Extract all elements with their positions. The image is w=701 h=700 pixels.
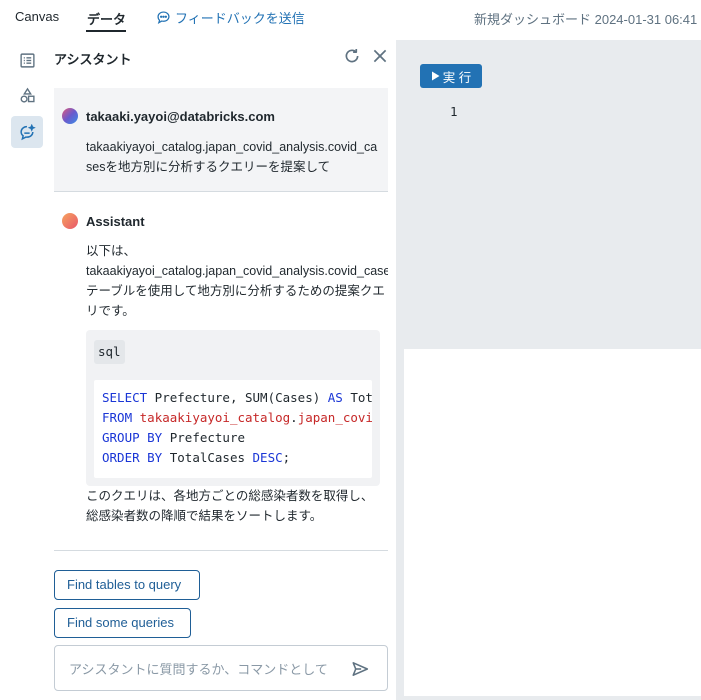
sql-keyword: AS <box>327 390 343 405</box>
play-icon <box>431 71 440 81</box>
tab-canvas[interactable]: Canvas <box>15 9 59 24</box>
refresh-icon[interactable] <box>343 47 361 65</box>
top-bar: Canvas データ フィードバックを送信 新規ダッシュボード 2024-01-… <box>0 0 701 36</box>
run-button[interactable]: 実 行 <box>420 64 482 88</box>
sql-text: Prefecture, SUM(Cases) <box>147 390 328 405</box>
sql-keyword: ORDER BY <box>102 450 163 465</box>
dashboard-title: 新規ダッシュボード 2024-01-31 06:41 <box>474 12 698 27</box>
sql-keyword: DESC <box>252 450 283 465</box>
results-area <box>404 349 701 696</box>
assistant-input-box <box>54 645 388 691</box>
sql-text: ; <box>282 450 291 465</box>
side-rail <box>0 36 46 700</box>
line-number: 1 <box>450 104 458 119</box>
reply-line: 以下は、 <box>86 244 137 258</box>
assistant-reply-outro: このクエリは、各地方ごとの総感染者数を取得し、総感染者数の降順で結果をソートしま… <box>86 489 374 523</box>
sql-text: . <box>290 410 298 425</box>
reply-line: リです。 <box>86 304 135 318</box>
list-icon <box>19 52 35 68</box>
assistant-input[interactable] <box>69 658 339 680</box>
suggestion-find-queries-button[interactable]: Find some queries <box>54 608 191 638</box>
sql-keyword: GROUP BY <box>102 430 163 445</box>
assistant-icon <box>19 123 36 140</box>
assistant-panel: アシスタント takaaki.yayoi@databricks.com taka… <box>46 36 396 700</box>
sql-text: TotalCases <box>162 450 253 465</box>
code-block: sql SELECT Prefecture, SUM(Cases) AS Tot… <box>86 330 380 486</box>
chat-bubble-icon <box>157 11 170 25</box>
code-language-label: sql <box>94 340 125 364</box>
code-line: FROM takaakiyayoi_catalog.japan_covid_an… <box>102 408 372 428</box>
feedback-label: フィードバックを送信 <box>175 11 305 26</box>
user-message-text: takaakiyayoi_catalog.japan_covid_analysi… <box>86 140 378 174</box>
user-name: takaaki.yayoi@databricks.com <box>86 109 275 124</box>
assistant-avatar <box>62 213 78 229</box>
code-line: GROUP BY Prefecture <box>102 428 372 448</box>
active-tab-indicator <box>86 30 126 32</box>
rail-datasets-button[interactable] <box>11 44 43 76</box>
send-icon[interactable] <box>351 660 369 678</box>
code-line: ORDER BY TotalCases DESC; <box>102 448 372 468</box>
reply-line: takaakiyayoi_catalog.japan_covid_analysi… <box>86 264 388 278</box>
shapes-icon <box>20 87 35 103</box>
assistant-reply-intro: 以下は、 takaakiyayoi_catalog.japan_covid_an… <box>86 241 388 321</box>
user-avatar <box>62 108 78 124</box>
sql-identifier: takaakiyayoi_catalog <box>139 410 291 425</box>
sql-text: Prefecture <box>162 430 246 445</box>
assistant-name: Assistant <box>86 214 145 229</box>
sql-keyword: FROM <box>102 410 133 425</box>
sql-keyword: SELECT <box>102 390 148 405</box>
close-icon[interactable] <box>371 47 389 65</box>
sql-text: TotalCases <box>350 390 372 405</box>
suggestion-find-tables-button[interactable]: Find tables to query <box>54 570 200 600</box>
sql-identifier: japan_covid_analysis.covid_cases <box>297 410 372 425</box>
query-editor: 実 行 1 <box>396 40 701 700</box>
panel-title: アシスタント <box>54 52 132 67</box>
feedback-link[interactable]: フィードバックを送信 <box>156 8 305 27</box>
run-label: 実 行 <box>442 70 472 85</box>
rail-assistant-button[interactable] <box>11 116 43 148</box>
divider <box>54 550 388 551</box>
tab-data[interactable]: データ <box>87 9 126 28</box>
user-message: takaaki.yayoi@databricks.com takaakiyayo… <box>54 88 388 192</box>
code-body[interactable]: SELECT Prefecture, SUM(Cases) AS TotalCa… <box>94 380 372 478</box>
rail-shapes-button[interactable] <box>11 79 43 111</box>
code-line: SELECT Prefecture, SUM(Cases) AS TotalCa… <box>102 388 372 408</box>
reply-line: テーブルを使用して地方別に分析するための提案クエ <box>86 284 385 298</box>
